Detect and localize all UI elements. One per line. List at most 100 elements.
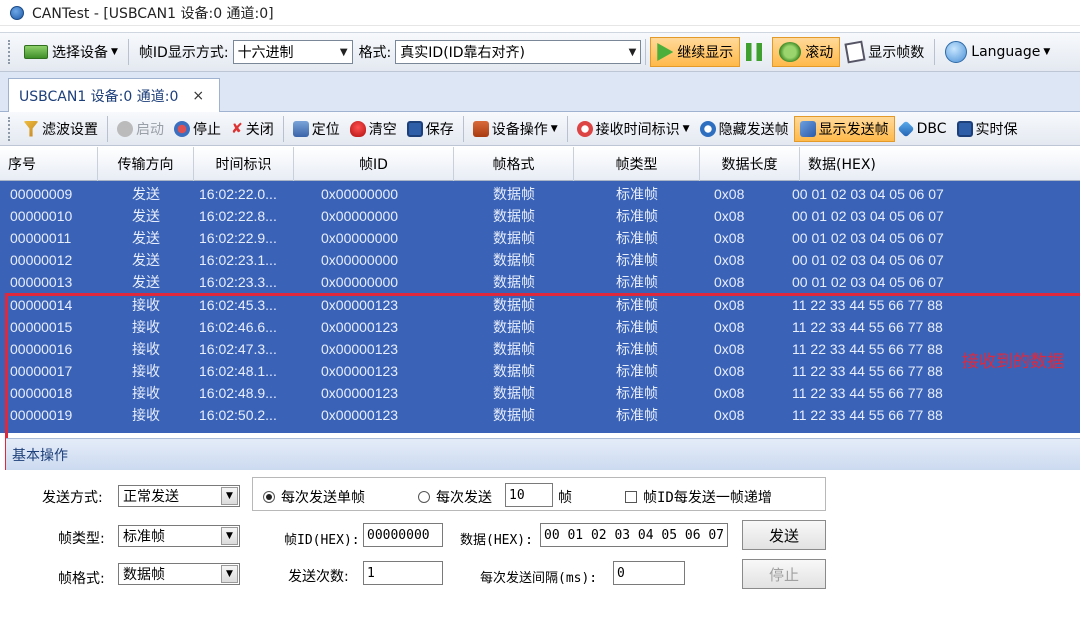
table-row[interactable]: 00000019 接收 16:02:50.2... 0x00000123 数据帧 标准帧 0… [0,404,1080,426]
realtime-save-button[interactable]: 实时保 [952,116,1023,142]
cell-data-length: 0x08 [714,296,745,313]
cell-frame-format: 数据帧 [493,274,535,291]
cell-direction: 接收 [132,318,160,335]
send-button[interactable]: 发送 [742,520,826,550]
cell-data-hex: 00 01 02 03 04 05 06 07 [792,186,944,203]
frame-type-select[interactable]: 标准帧 ▼ [118,525,240,547]
cell-frame-type: 标准帧 [616,230,658,247]
cell-data-hex: 11 22 33 44 55 66 77 88 [792,384,943,401]
dbc-button[interactable]: DBC [895,116,952,142]
hide-icon [699,120,716,137]
toolbar-separator [127,39,129,65]
column-header-data-hex[interactable]: 数据(HEX) [800,147,1080,181]
locate-button[interactable]: 定位 [288,116,345,142]
send-mode-select[interactable]: 正常发送 ▼ [118,485,240,507]
chevron-down-icon: ▼ [111,47,118,57]
radio-send-multiple[interactable]: 每次发送 [418,487,492,507]
cell-data-length: 0x08 [714,208,745,225]
radio-send-single[interactable]: 每次发送单帧 [263,487,365,507]
cell-frame-format: 数据帧 [493,186,535,203]
select-device-label: 选择设备 [52,45,108,61]
toolbox-icon [472,120,489,137]
show-frames-button[interactable]: 显示帧数 [840,37,930,67]
cell-frame-id: 0x00000123 [321,362,399,379]
cell-frame-format: 数据帧 [493,252,535,269]
start-label: 启动 [136,121,164,138]
basic-operations-header[interactable]: 基本操作 [6,438,1080,470]
cell-data-hex: 00 01 02 03 04 05 06 07 [792,274,944,291]
tab-usbcan1[interactable]: USBCAN1 设备:0 通道:0 × [8,78,220,112]
frame-type-label: 帧类型: [58,531,105,547]
table-row[interactable]: 00000011 发送 16:02:22.9... 0x00000000 数据帧 标准帧 0… [0,227,1080,249]
close-icon[interactable]: × [192,88,204,104]
column-header-frame-format[interactable]: 帧格式 [454,147,574,181]
pause-button[interactable] [740,37,772,67]
stop-button[interactable]: 停止 [169,116,226,142]
window-title: CANTest - [USBCAN1 设备:0 通道:0] [32,5,274,22]
cell-timestamp: 16:02:23.1... [199,252,277,269]
column-header-direction[interactable]: 传输方向 [98,147,194,181]
toolbar-separator [645,39,647,65]
save-button[interactable]: 保存 [402,116,459,142]
locate-label: 定位 [311,121,340,138]
scroll-button[interactable]: 滚动 [772,37,841,67]
send-count-input[interactable]: 1 [363,561,443,585]
save-icon [956,120,973,137]
chevron-down-icon: ▼ [221,565,238,583]
device-operation-button[interactable]: 设备操作 ▼ [468,116,563,142]
cell-frame-type: 标准帧 [616,406,658,423]
show-send-frames-button[interactable]: 显示发送帧 [793,115,895,142]
table-row[interactable]: 00000010 发送 16:02:22.8... 0x00000000 数据帧 标准帧 0… [0,205,1080,227]
hide-send-frames-button[interactable]: 隐藏发送帧 [695,116,794,142]
toolbar-separator [934,39,936,65]
column-header-index[interactable]: 序号 [0,147,98,181]
cell-frame-id: 0x00000000 [321,274,399,291]
table-row[interactable]: 00000009 发送 16:02:22.0... 0x00000000 数据帧 标准帧 0… [0,183,1080,205]
interval-input[interactable]: 0 [613,561,685,585]
main-toolbar: 选择设备 ▼ 帧ID显示方式: 十六进制 ▼ 格式: 真实ID(ID靠右对齐) … [0,32,1080,72]
language-button[interactable]: Language ▼ [939,37,1056,67]
table-row[interactable]: 00000015 接收 16:02:46.6... 0x00000123 数据帧 标准帧 0… [0,316,1080,338]
frame-format-value: 数据帧 [123,567,165,583]
toolbar-grip[interactable] [8,40,12,64]
frame-format-select[interactable]: 数据帧 ▼ [118,563,240,585]
cell-index: 00000013 [10,274,73,291]
increment-id-checkbox[interactable]: 帧ID每发送一帧递增 [625,487,772,507]
rx-timestamp-button[interactable]: 接收时间标识 ▼ [572,116,695,142]
tab-label: USBCAN1 设备:0 通道:0 [19,88,179,105]
message-grid[interactable]: 序号 传输方向 时间标识 帧ID 帧格式 帧类型 数据长度 数据(HEX) 00… [0,147,1080,433]
filter-settings-button[interactable]: 滤波设置 [18,116,103,142]
clock-icon [576,120,593,137]
cell-index: 00000019 [10,406,73,423]
select-device-button[interactable]: 选择设备 ▼ [18,37,124,67]
cell-direction: 接收 [132,362,160,379]
radio-multi-label: 每次发送 [436,490,492,506]
clear-button[interactable]: 清空 [345,116,402,142]
continue-display-button[interactable]: 继续显示 [650,37,741,67]
start-button[interactable]: 启动 [112,116,169,142]
column-header-timestamp[interactable]: 时间标识 [194,147,294,181]
stop-send-button[interactable]: 停止 [742,559,826,589]
cell-timestamp: 16:02:22.0... [199,186,277,203]
close-device-button[interactable]: ✘ 关闭 [226,116,279,142]
frame-id-input[interactable]: 00000000 [363,523,443,547]
table-row[interactable]: 00000016 接收 16:02:47.3... 0x00000123 数据帧 标准帧 0… [0,338,1080,360]
table-row[interactable]: 00000017 接收 16:02:48.1... 0x00000123 数据帧 标准帧 0… [0,360,1080,382]
frame-id-mode-select[interactable]: 十六进制 ▼ [232,40,353,64]
column-header-frame-type[interactable]: 帧类型 [574,147,700,181]
cell-data-hex: 11 22 33 44 55 66 77 88 [792,296,943,313]
table-row[interactable]: 00000013 发送 16:02:23.3... 0x00000000 数据帧 标准帧 0… [0,271,1080,293]
column-header-data-length[interactable]: 数据长度 [700,147,800,181]
table-row[interactable]: 00000018 接收 16:02:48.9... 0x00000123 数据帧 标准帧 0… [0,382,1080,404]
table-row[interactable]: 00000014 接收 16:02:45.3... 0x00000123 数据帧 标准帧 0… [0,293,1080,315]
toolbar-grip[interactable] [8,116,12,141]
radio-unchecked-icon [418,491,430,503]
format-select[interactable]: 真实ID(ID靠右对齐) ▼ [395,40,642,64]
table-row[interactable]: 00000012 发送 16:02:23.1... 0x00000000 数据帧 标准帧 0… [0,249,1080,271]
data-input[interactable]: 00 01 02 03 04 05 06 07 [540,523,728,547]
channel-toolbar: 滤波设置 启动 停止 ✘ 关闭 定位 清空 保存 设备操作 ▼ 接收时间标识 ▼… [0,112,1080,146]
save-label: 保存 [425,121,454,138]
column-header-frame-id[interactable]: 帧ID [294,147,454,181]
cell-timestamp: 16:02:45.3... [199,296,277,313]
multi-count-input[interactable]: 10 [505,483,553,507]
